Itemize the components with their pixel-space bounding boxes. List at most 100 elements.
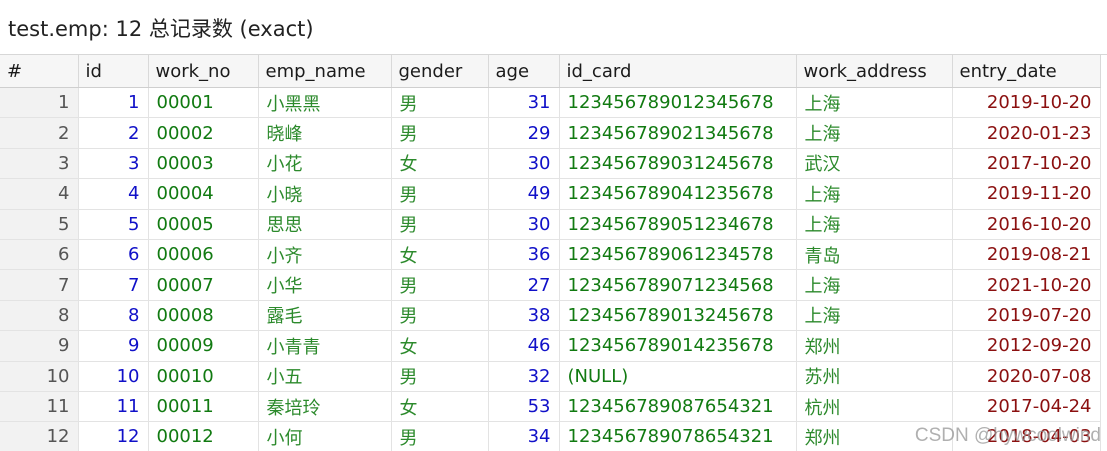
id-card-cell[interactable]: 123456789051234678: [559, 209, 797, 240]
id-card-cell[interactable]: (NULL): [559, 361, 797, 392]
age-cell[interactable]: 29: [488, 117, 560, 149]
row-number-cell[interactable]: 5: [0, 209, 79, 240]
column-header-work-no[interactable]: work_no: [148, 55, 259, 88]
id-card-cell[interactable]: 123456789071234568: [559, 269, 797, 301]
work-address-cell[interactable]: 郑州: [796, 330, 953, 362]
id-cell[interactable]: 3: [78, 148, 149, 180]
id-cell[interactable]: 4: [78, 178, 149, 210]
result-grid[interactable]: # id work_no emp_name gender age id_card…: [0, 54, 1107, 451]
entry-date-cell[interactable]: 2016-10-20: [952, 209, 1101, 240]
work-no-cell[interactable]: 00005: [148, 209, 259, 240]
row-number-cell[interactable]: 8: [0, 300, 79, 332]
work-address-cell[interactable]: 杭州: [796, 391, 953, 423]
column-header-entry-date[interactable]: entry_date: [952, 55, 1101, 88]
gender-cell[interactable]: 男: [391, 178, 489, 210]
table-row[interactable]: 11 11 00011 秦培玲女 53 123456789087654321 杭州 2017-…: [0, 391, 1101, 423]
entry-date-cell[interactable]: 2019-11-20: [952, 178, 1101, 210]
id-card-cell[interactable]: 123456789031245678: [559, 148, 797, 180]
entry-date-cell[interactable]: 2018-04-03: [952, 421, 1101, 451]
row-number-cell[interactable]: 11: [0, 391, 79, 423]
gender-cell[interactable]: 男: [391, 87, 489, 119]
age-cell[interactable]: 36: [488, 239, 560, 271]
id-cell[interactable]: 2: [78, 117, 149, 149]
id-card-cell[interactable]: 123456789041235678: [559, 178, 797, 210]
work-address-cell[interactable]: 上海: [796, 300, 953, 332]
work-no-cell[interactable]: 00001: [148, 87, 259, 119]
entry-date-cell[interactable]: 2019-07-20: [952, 300, 1101, 332]
age-cell[interactable]: 34: [488, 421, 560, 451]
table-row[interactable]: 1 1 00001 小黑黑男 31 123456789012345678 上海 2019-10…: [0, 87, 1101, 119]
emp-name-cell[interactable]: 小华: [258, 269, 392, 301]
work-no-cell[interactable]: 00011: [148, 391, 259, 423]
age-cell[interactable]: 53: [488, 391, 560, 423]
age-cell[interactable]: 31: [488, 87, 560, 119]
work-address-cell[interactable]: 苏州: [796, 361, 953, 392]
id-card-cell[interactable]: 123456789021345678: [559, 117, 797, 149]
column-header-emp-name[interactable]: emp_name: [258, 55, 392, 88]
emp-name-cell[interactable]: 小晓: [258, 178, 392, 210]
gender-cell[interactable]: 男: [391, 421, 489, 451]
emp-name-cell[interactable]: 秦培玲: [258, 391, 392, 423]
gender-cell[interactable]: 男: [391, 300, 489, 332]
work-address-cell[interactable]: 青岛: [796, 239, 953, 271]
gender-cell[interactable]: 男: [391, 361, 489, 392]
entry-date-cell[interactable]: 2019-08-21: [952, 239, 1101, 271]
emp-name-cell[interactable]: 露毛: [258, 300, 392, 332]
gender-cell[interactable]: 女: [391, 391, 489, 423]
emp-name-cell[interactable]: 小青青: [258, 330, 392, 362]
entry-date-cell[interactable]: 2021-10-20: [952, 269, 1101, 301]
table-row[interactable]: 10 10 00010 小五男 32 (NULL) 苏州 2020-07-08: [0, 361, 1101, 392]
column-header-age[interactable]: age: [488, 55, 560, 88]
work-address-cell[interactable]: 上海: [796, 209, 953, 240]
gender-cell[interactable]: 女: [391, 330, 489, 362]
id-card-cell[interactable]: 123456789087654321: [559, 391, 797, 423]
row-number-cell[interactable]: 6: [0, 239, 79, 271]
row-number-cell[interactable]: 2: [0, 117, 79, 149]
id-cell[interactable]: 7: [78, 269, 149, 301]
entry-date-cell[interactable]: 2020-01-23: [952, 117, 1101, 149]
emp-name-cell[interactable]: 小五: [258, 361, 392, 392]
table-row[interactable]: 2 2 00002 晓峰男 29 123456789021345678 上海 2020-01-…: [0, 117, 1101, 149]
work-address-cell[interactable]: 上海: [796, 87, 953, 119]
age-cell[interactable]: 32: [488, 361, 560, 392]
gender-cell[interactable]: 女: [391, 148, 489, 180]
entry-date-cell[interactable]: 2017-10-20: [952, 148, 1101, 180]
emp-name-cell[interactable]: 思思: [258, 209, 392, 240]
column-header-rownum[interactable]: #: [0, 55, 79, 88]
id-card-cell[interactable]: 123456789014235678: [559, 330, 797, 362]
gender-cell[interactable]: 男: [391, 269, 489, 301]
age-cell[interactable]: 49: [488, 178, 560, 210]
work-no-cell[interactable]: 00004: [148, 178, 259, 210]
column-header-id-card[interactable]: id_card: [559, 55, 797, 88]
table-row[interactable]: 9 9 00009 小青青女 46 123456789014235678 郑州 2012-09…: [0, 330, 1101, 362]
row-number-cell[interactable]: 3: [0, 148, 79, 180]
work-no-cell[interactable]: 00006: [148, 239, 259, 271]
table-row[interactable]: 3 3 00003 小花女 30 123456789031245678 武汉 2017-10-…: [0, 148, 1101, 180]
entry-date-cell[interactable]: 2019-10-20: [952, 87, 1101, 119]
id-cell[interactable]: 8: [78, 300, 149, 332]
column-header-work-address[interactable]: work_address: [796, 55, 953, 88]
id-card-cell[interactable]: 123456789013245678: [559, 300, 797, 332]
entry-date-cell[interactable]: 2020-07-08: [952, 361, 1101, 392]
id-card-cell[interactable]: 123456789061234578: [559, 239, 797, 271]
gender-cell[interactable]: 女: [391, 239, 489, 271]
table-row[interactable]: 6 6 00006 小齐女 36 123456789061234578 青岛 2019-08-…: [0, 239, 1101, 271]
age-cell[interactable]: 30: [488, 209, 560, 240]
emp-name-cell[interactable]: 小花: [258, 148, 392, 180]
gender-cell[interactable]: 男: [391, 117, 489, 149]
work-address-cell[interactable]: 上海: [796, 269, 953, 301]
age-cell[interactable]: 27: [488, 269, 560, 301]
id-card-cell[interactable]: 123456789078654321: [559, 421, 797, 451]
work-no-cell[interactable]: 00008: [148, 300, 259, 332]
entry-date-cell[interactable]: 2017-04-24: [952, 391, 1101, 423]
id-cell[interactable]: 5: [78, 209, 149, 240]
age-cell[interactable]: 46: [488, 330, 560, 362]
entry-date-cell[interactable]: 2012-09-20: [952, 330, 1101, 362]
id-cell[interactable]: 11: [78, 391, 149, 423]
table-row[interactable]: 5 5 00005 思思男 30 123456789051234678 上海 2016-10-…: [0, 209, 1101, 240]
id-card-cell[interactable]: 123456789012345678: [559, 87, 797, 119]
work-no-cell[interactable]: 00002: [148, 117, 259, 149]
table-row[interactable]: 8 8 00008 露毛男 38 123456789013245678 上海 2019-07-…: [0, 300, 1101, 332]
id-cell[interactable]: 6: [78, 239, 149, 271]
row-number-cell[interactable]: 12: [0, 421, 79, 451]
